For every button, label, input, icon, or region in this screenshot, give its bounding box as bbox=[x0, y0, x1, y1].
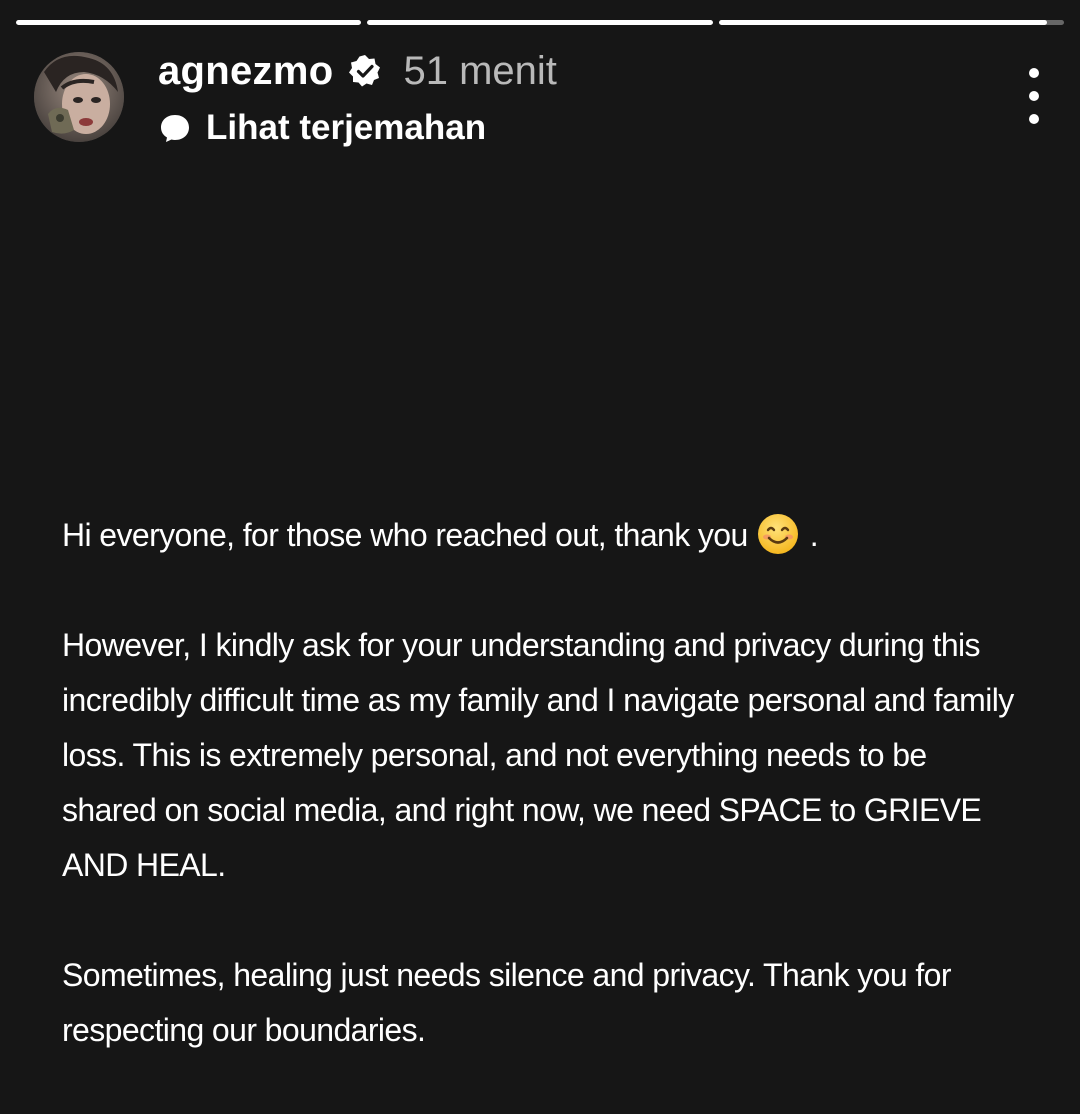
post-text: Hi everyone, for those who reached out, … bbox=[62, 517, 748, 553]
smiling-face-emoji bbox=[756, 512, 800, 556]
username[interactable]: agnezmo bbox=[158, 49, 333, 94]
avatar[interactable] bbox=[34, 52, 124, 142]
story-progress-fill bbox=[718, 20, 1047, 25]
story-progress-bar bbox=[16, 20, 1064, 25]
story-progress-segment bbox=[16, 20, 362, 25]
see-translation-button[interactable]: Lihat terjemahan bbox=[158, 106, 486, 150]
speech-bubble-icon bbox=[158, 111, 192, 145]
story-progress-segment bbox=[367, 20, 713, 25]
post-text: . bbox=[809, 517, 819, 553]
verified-badge-icon bbox=[347, 53, 383, 89]
more-vertical-icon bbox=[1029, 114, 1039, 124]
story-text-content: Hi everyone, for those who reached out, … bbox=[62, 508, 1022, 1058]
post-paragraph: Sometimes, healing just needs silence an… bbox=[62, 957, 952, 1048]
see-translation-label: Lihat terjemahan bbox=[206, 108, 487, 147]
post-paragraph: However, I kindly ask for your understan… bbox=[62, 627, 1014, 883]
story-progress-fill bbox=[16, 20, 362, 25]
more-vertical-icon bbox=[1029, 91, 1039, 101]
story-progress-fill bbox=[367, 20, 713, 25]
more-options-button[interactable] bbox=[1014, 68, 1054, 124]
post-paragraph: Hi everyone, for those who reached out, … bbox=[62, 508, 1022, 563]
username-row: agnezmo 51 menit bbox=[158, 48, 557, 94]
post-timestamp: 51 menit bbox=[403, 48, 557, 93]
story-header: agnezmo 51 menit Lihat terjemahan bbox=[34, 48, 1046, 148]
story-progress-segment bbox=[718, 20, 1064, 25]
more-vertical-icon bbox=[1029, 68, 1039, 78]
